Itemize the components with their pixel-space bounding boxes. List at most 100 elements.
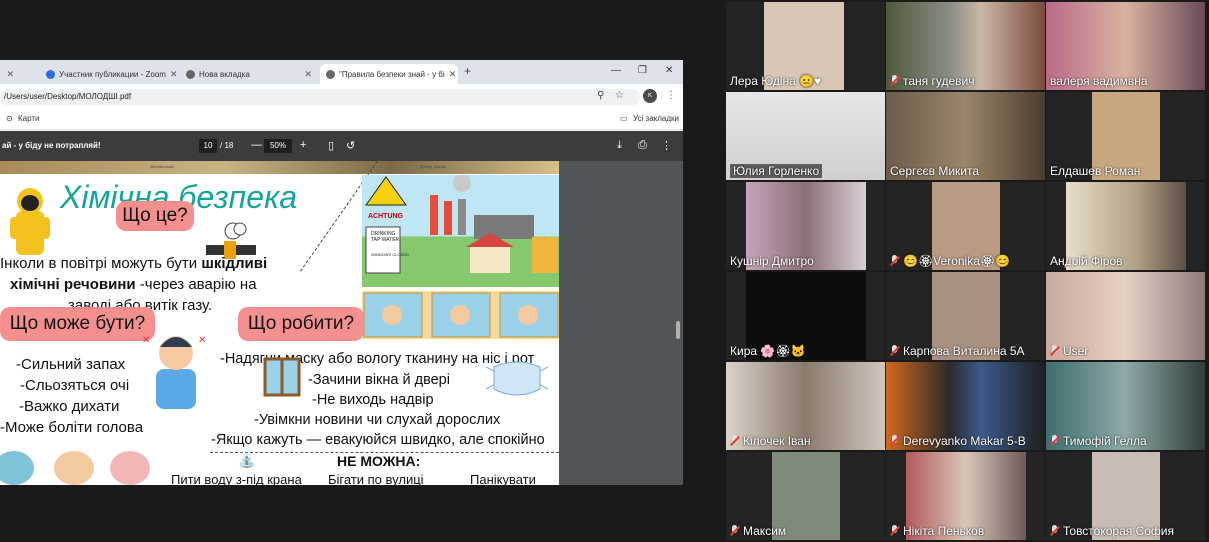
desc-text: -через аварію на [135, 276, 257, 293]
chrome-icon [186, 69, 195, 79]
tab-new[interactable]: Нова вкладка ✕ [180, 64, 318, 84]
symptom-item: -Сльозяться очі [20, 377, 130, 394]
participant-tile[interactable]: таня гудевич [886, 2, 1045, 90]
participant-name: Максим [730, 524, 786, 538]
participant-tile-active-speaker[interactable]: Юлия Горленко [726, 92, 885, 180]
download-icon[interactable]: ⤓ [617, 139, 622, 152]
sign-text: ACHTUNG [368, 213, 403, 220]
close-icon[interactable]: ✕ [304, 69, 312, 80]
muted-mic-icon [890, 75, 899, 86]
muted-mic-icon [890, 525, 899, 536]
participant-tile[interactable]: Максим [726, 452, 885, 540]
muted-mic-icon [1050, 345, 1059, 356]
cannot-heading: НЕ МОЖНА: [337, 453, 421, 469]
participant-tile[interactable]: Елдашев Роман [1046, 92, 1205, 180]
rotate-icon[interactable]: ↺ [346, 139, 355, 152]
participant-tile[interactable]: 😊🏵Veronika🏵😊 [886, 182, 1045, 270]
page-number-input[interactable]: 10 [199, 139, 217, 153]
new-tab-button[interactable]: + [464, 64, 471, 78]
participant-name: Кілочек Іван [730, 434, 811, 448]
more-icon[interactable]: ⋮ [661, 139, 672, 152]
participant-name: Лера Юдіна 😐♥ [730, 74, 822, 88]
zoom-out-button[interactable]: — [251, 139, 262, 151]
cannot-item: Пити воду з-під крана [171, 472, 302, 485]
url-field[interactable]: /Users/user/Desktop/МОЛОДШІ.pdf [0, 89, 640, 105]
participant-tile[interactable]: Нікіта Пеньков [886, 452, 1045, 540]
cannot-item: Панікувати [470, 472, 536, 485]
action-item: -Зачини вікна й двері [308, 372, 450, 388]
participant-name: Derevyanko Makar 5-B [890, 434, 1026, 448]
eye-icon [110, 451, 150, 485]
participant-tile[interactable]: Кілочек Іван [726, 362, 885, 450]
shared-screen: ✕ Участник публикации - Zoom ✕ Нова вкла… [0, 60, 683, 485]
muted-mic-icon [1050, 525, 1059, 536]
zoom-level-input[interactable]: 50% [264, 139, 292, 153]
participant-tile[interactable]: Тимофій Гелла [1046, 362, 1205, 450]
action-item: -Якщо кажуть — евакуюйся швидко, але спо… [211, 432, 545, 448]
poster-text: TAP WATER [371, 237, 400, 243]
zoom-lens-icon[interactable]: ⚲ [597, 90, 604, 101]
svg-text:✕: ✕ [198, 335, 206, 346]
muted-mic-icon [890, 255, 899, 266]
symptom-item: -Важко дихати [19, 398, 120, 415]
nose-illustration-icon [0, 451, 34, 485]
participant-name: Товстокорая София [1050, 524, 1174, 538]
pdf-viewer[interactable]: @Kelterscalt/ @King_bashin Хімічна безпе… [0, 161, 683, 485]
participant-name: Андрій Фіров [1050, 254, 1123, 268]
participant-tile[interactable]: Derevyanko Makar 5-B [886, 362, 1045, 450]
top-image-strip: @Kelterscalt/ @King_bashin [0, 161, 559, 174]
print-icon[interactable]: ⎙ [638, 139, 647, 152]
participant-name: User [1050, 344, 1088, 358]
hazmat-worker-icon [10, 188, 50, 255]
participant-tile[interactable]: Карпова Виталина 5А [886, 272, 1045, 360]
maps-icon: ⊙ [6, 114, 13, 123]
scrollbar[interactable] [676, 321, 680, 339]
address-bar-row: /Users/user/Desktop/МОЛОДШІ.pdf ⚲ ☆ K ⋮ [0, 84, 683, 110]
tab-rules[interactable]: "Правила безпеки знай - у бі ✕ [320, 64, 458, 84]
muted-mic-icon [730, 435, 739, 446]
bookmarks-bar: ⊙ Карти ▭ Усі закладки [0, 110, 683, 130]
muted-mic-icon [730, 525, 739, 536]
face-mask-icon [485, 361, 549, 396]
url-text: /Users/user/Desktop/МОЛОДШІ.pdf [4, 92, 132, 101]
muted-mic-icon [890, 435, 899, 446]
minimize-icon[interactable]: — [611, 65, 621, 76]
pdf-page: @Kelterscalt/ @King_bashin Хімічна безпе… [0, 161, 559, 485]
participant-name: Юлия Горленко [730, 164, 823, 178]
close-icon[interactable]: ✕ [170, 69, 178, 80]
what-is-badge: Що це? [116, 201, 194, 231]
close-icon[interactable]: ✕ [449, 69, 457, 80]
participant-name: Карпова Виталина 5А [890, 344, 1025, 358]
close-window-icon[interactable]: ✕ [665, 65, 673, 76]
all-bookmarks[interactable]: Усі закладки [633, 114, 679, 123]
participant-name: 😊🏵Veronika🏵😊 [890, 254, 1010, 268]
participant-name: Нікіта Пеньков [890, 524, 984, 538]
avatar[interactable]: K [643, 89, 657, 103]
participant-tile[interactable]: Товстокорая София [1046, 452, 1205, 540]
tab-label: "Правила безпеки знай - у бі [339, 69, 445, 79]
tab-zoom[interactable]: Участник публикации - Zoom ✕ [40, 64, 178, 84]
factory-illustration: ACHTUNG DRINKING TAP WATER WINDOWS CLOSE… [362, 175, 559, 287]
credit-text: @Kelterscalt/ [150, 164, 174, 169]
maximize-icon[interactable]: ❐ [638, 65, 647, 76]
pdf-toolbar: ай - у біду не потрапляй! 10 / 18 — 50% … [0, 131, 683, 161]
tab-pdf[interactable]: ✕ [0, 64, 20, 84]
zoom-in-button[interactable]: + [300, 139, 306, 151]
participant-tile[interactable]: Кушнір Дмитро [726, 182, 885, 270]
star-icon[interactable]: ☆ [615, 90, 624, 101]
participant-tile[interactable]: валеря вадимвна [1046, 2, 1205, 90]
participant-tile[interactable]: User [1046, 272, 1205, 360]
participant-tile[interactable]: Андрій Фіров [1046, 182, 1205, 270]
tap-icon: ⛲ [238, 452, 256, 468]
close-icon[interactable]: ✕ [6, 69, 14, 80]
participant-tile[interactable]: Кира 🌸🏵🐱 [726, 272, 885, 360]
participant-name: Кира 🌸🏵🐱 [730, 344, 806, 358]
bookmark-maps[interactable]: Карти [18, 114, 40, 123]
participant-tile[interactable]: Сергєєв Микита [886, 92, 1045, 180]
action-item: -Не виходь надвір [312, 392, 434, 408]
menu-icon[interactable]: ⋮ [666, 90, 676, 101]
fit-page-icon[interactable]: ▯ [328, 139, 334, 152]
participant-tile[interactable]: Лера Юдіна 😐♥ [726, 2, 885, 90]
cannot-item: Бігати по вулиці [328, 472, 424, 485]
participant-name: Тимофій Гелла [1050, 434, 1147, 448]
